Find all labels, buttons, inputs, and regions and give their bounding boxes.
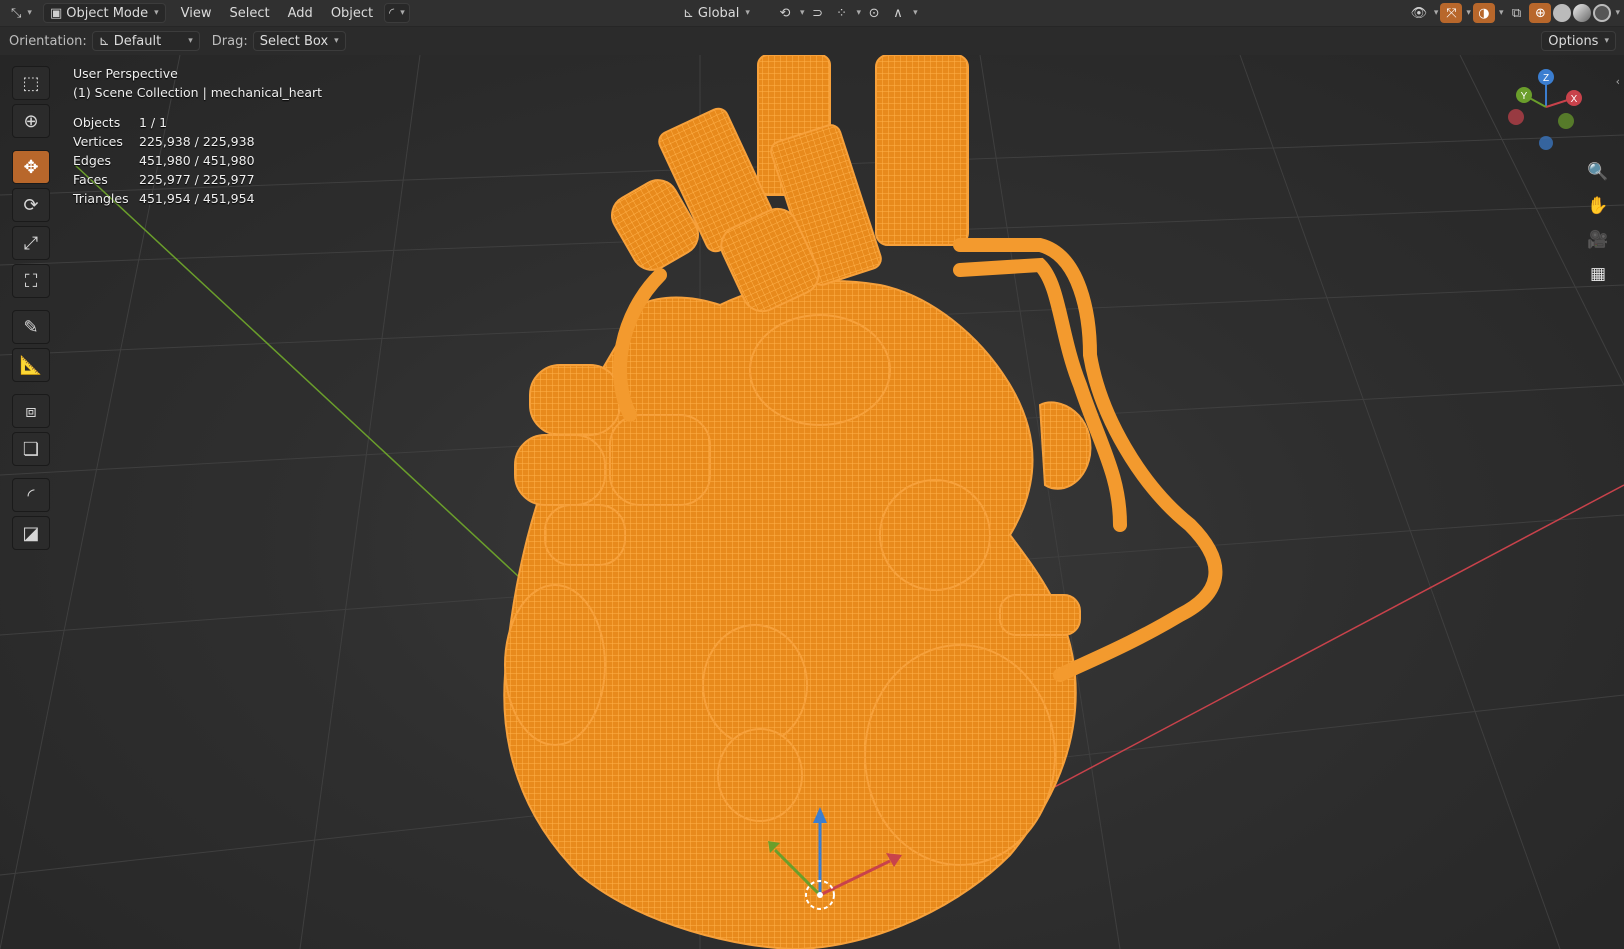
mode-label: Object Mode (66, 5, 149, 21)
y-axis-line (74, 164, 561, 616)
gizmo-y-label: Y (1521, 91, 1528, 102)
view-name: User Perspective (73, 66, 178, 81)
annotate-icon[interactable]: ✎ (12, 310, 50, 344)
stat-row: Triangles 451,954 / 451,954 (73, 191, 322, 210)
add-object-icon[interactable]: ❏ (12, 432, 50, 466)
menu-view[interactable]: View (172, 6, 221, 21)
gizmo-neg-y[interactable] (1558, 113, 1574, 129)
sidebar-toggle-icon[interactable]: ‹ (1616, 75, 1620, 88)
stat-row: Faces 225,977 / 225,977 (73, 172, 322, 191)
chevron-down-icon: ▾ (913, 8, 918, 18)
visibility-icon[interactable]: 👁 (1408, 3, 1430, 23)
orientation-dropdown[interactable]: ⊾ Default ▾ (91, 31, 200, 51)
mechanical-heart-mesh[interactable] (503, 55, 1092, 949)
chevron-down-icon: ▾ (1433, 8, 1439, 18)
editor-type-selector[interactable]: ⤡ ▾ (4, 3, 39, 23)
orientation-selector[interactable]: ⊾ Global ▾ (676, 3, 757, 23)
stat-label: Edges (73, 153, 111, 168)
stat-row: Edges 451,980 / 451,980 (73, 153, 322, 172)
move-icon[interactable]: ✥ (12, 150, 50, 184)
chevron-down-icon: ▾ (1604, 36, 1609, 46)
stat-value: 1 / 1 (139, 115, 168, 130)
chevron-down-icon: ▾ (188, 36, 193, 46)
mode-selector[interactable]: ▣ Object Mode ▾ (42, 3, 166, 23)
drag-value: Select Box (259, 33, 329, 49)
gpencil-dropdown[interactable]: ◜ ▾ (384, 3, 410, 23)
orientation-label: Global (697, 5, 740, 21)
tool-settings-header: Orientation: ⊾ Default ▾ Drag: Select Bo… (0, 27, 1624, 55)
grid-icon[interactable]: ▦ (1586, 262, 1610, 286)
stat-label: Vertices (73, 134, 123, 149)
tool-shelf: ⬚ ⊕ ✥ ⟳ ⤢ ⛶ ✎ 📐 ⧈ ❏ ◜ ◪ (9, 64, 53, 552)
gizmo-x-label: X (1571, 94, 1578, 105)
gizmo-neg-z[interactable] (1539, 136, 1553, 150)
transform-icon[interactable]: ⛶ (12, 264, 50, 298)
stroke-icon: ◜ (389, 5, 395, 21)
chevron-down-icon: ▾ (745, 8, 750, 18)
camera-icon[interactable]: 🎥 (1586, 228, 1610, 252)
pan-hand-icon[interactable]: ✋ (1586, 194, 1610, 218)
gizmo-icon[interactable]: ⤧ (1440, 3, 1463, 23)
orientation-label: Orientation: (9, 33, 87, 49)
zoom-icon[interactable]: 🔍 (1586, 160, 1610, 184)
chevron-down-icon: ▾ (800, 8, 805, 18)
drag-label: Drag: (211, 33, 248, 49)
collection-line: (1) Scene Collection | mechanical_heart (73, 85, 323, 100)
stat-value: 225,977 / 225,977 (139, 172, 255, 187)
viewport-text-overlay: User Perspective (1) Scene Collection | … (73, 66, 322, 210)
viewport-header: ⤡ ▾ ▣ Object Mode ▾ View Select Add Objec… (0, 0, 1624, 27)
options-label: Options (1548, 33, 1599, 49)
object-mode-icon: ▣ (49, 5, 63, 21)
chevron-down-icon: ▾ (1615, 8, 1620, 18)
measure-icon[interactable]: 📐 (12, 348, 50, 382)
stat-value: 451,954 / 451,954 (139, 191, 255, 206)
axis-icon: ⊾ (98, 33, 110, 49)
scene-statistics: Objects 1 / 1 Vertices 225,938 / 225,938 E… (73, 115, 322, 210)
falloff-icon[interactable]: ∧ (887, 3, 909, 23)
gizmo-neg-x[interactable] (1508, 109, 1524, 125)
navigation-controls: 🔍 ✋ 🎥 ▦ (1586, 160, 1610, 286)
chevron-down-icon: ▾ (856, 8, 862, 18)
orientation-value: Default (113, 33, 162, 49)
xray-icon[interactable]: ⧉ (1505, 3, 1527, 23)
curve-icon[interactable]: ◜ (12, 478, 50, 512)
proportional-edit-icon[interactable]: ⊙ (863, 3, 885, 23)
add-cube-icon[interactable]: ⧈ (12, 394, 50, 428)
scale-icon[interactable]: ⤢ (12, 226, 50, 260)
shading-wireframe-icon[interactable]: ⊕ (1529, 3, 1552, 23)
options-dropdown[interactable]: Options ▾ (1541, 31, 1616, 51)
snap-icon[interactable]: ⊃ (807, 3, 829, 23)
chevron-down-icon: ▾ (1498, 8, 1504, 18)
stat-value: 225,938 / 225,938 (139, 134, 255, 149)
select-box-icon[interactable]: ⬚ (12, 66, 50, 100)
stat-row: Objects 1 / 1 (73, 115, 322, 134)
stat-row: Vertices 225,938 / 225,938 (73, 134, 322, 153)
shading-solid-icon[interactable] (1553, 4, 1572, 22)
overlays-icon[interactable]: ◑ (1472, 3, 1495, 23)
shading-material-icon[interactable] (1573, 4, 1592, 22)
menu-object[interactable]: Object (322, 6, 382, 21)
snap-grid-icon[interactable]: ⁘ (831, 3, 853, 23)
transform-icon: ⤡ (11, 5, 22, 21)
menu-select[interactable]: Select (221, 6, 279, 21)
chevron-down-icon: ▾ (400, 8, 405, 18)
stat-value: 451,980 / 451,980 (139, 153, 255, 168)
pivot-icon[interactable]: ⟲ (774, 3, 796, 23)
stat-label: Objects (73, 115, 121, 130)
chevron-down-icon: ▾ (27, 8, 32, 18)
stat-label: Triangles (73, 191, 129, 206)
rotate-icon[interactable]: ⟳ (12, 188, 50, 222)
stat-label: Faces (73, 172, 108, 187)
chevron-down-icon: ▾ (334, 36, 339, 46)
chevron-down-icon: ▾ (1466, 8, 1471, 18)
chevron-down-icon: ▾ (154, 8, 159, 18)
axis-icon: ⊾ (683, 5, 694, 21)
navigation-gizmo[interactable]: Z X Y (1504, 65, 1594, 155)
gizmo-z-label: Z (1543, 73, 1549, 84)
menu-add[interactable]: Add (279, 6, 322, 21)
image-icon[interactable]: ◪ (12, 516, 50, 550)
shading-rendered-icon[interactable] (1593, 4, 1612, 22)
drag-dropdown[interactable]: Select Box ▾ (252, 31, 346, 51)
cursor-icon[interactable]: ⊕ (12, 104, 50, 138)
